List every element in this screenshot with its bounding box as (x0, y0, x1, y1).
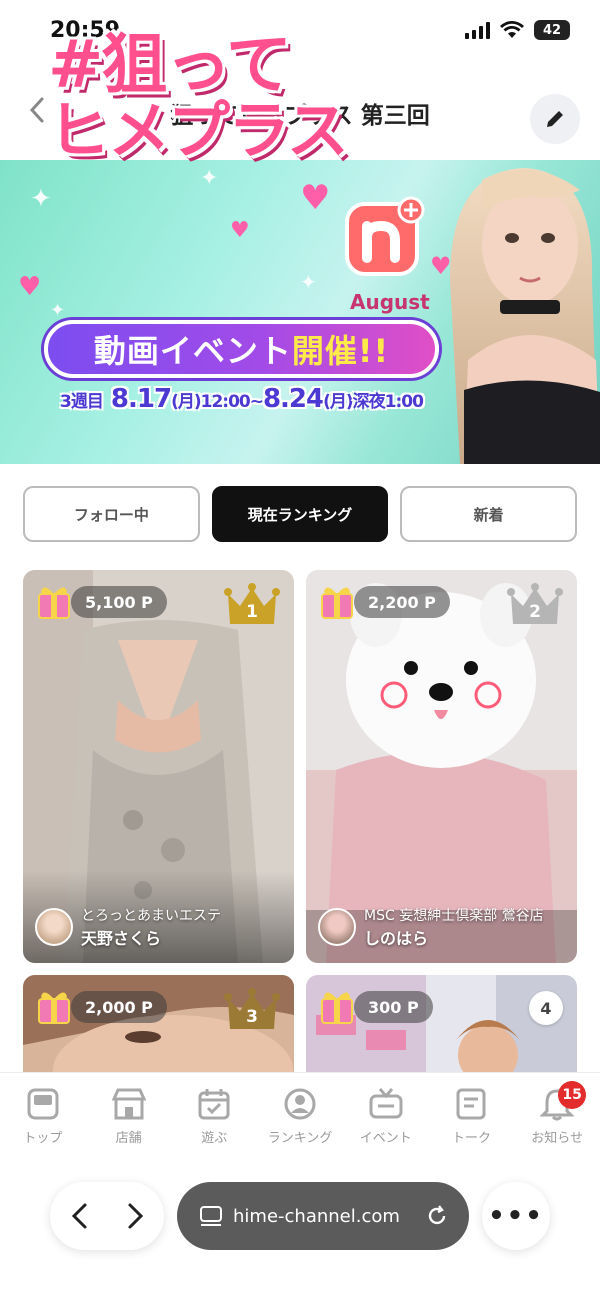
battery-icon: 42 (534, 20, 570, 40)
shop-name: とろっとあまいエステ (81, 908, 221, 924)
tab-current-ranking[interactable]: 現在ランキング (211, 486, 389, 542)
signal-icon (465, 21, 490, 39)
nav-label: 店舗 (115, 1131, 142, 1146)
ranking-card[interactable]: 300 P 4 (306, 975, 577, 1072)
tv-icon (367, 1085, 405, 1123)
heart-icon: ♥ (18, 272, 42, 302)
nav-item-top[interactable]: トップ (0, 1073, 86, 1156)
rank-number: 1 (246, 602, 258, 622)
wifi-icon (500, 21, 524, 38)
nav-label: 遊ぶ (201, 1131, 228, 1146)
more-options-button[interactable]: ••• (482, 1182, 550, 1250)
sparkle-icon: ✦ (50, 300, 66, 321)
bottom-nav: トップ 店舗 遊ぶ ランキング イベント トーク 15 お知らせ (0, 1072, 600, 1156)
banner-day-end: (月) (323, 392, 354, 412)
heart-icon: ♥ (300, 178, 331, 218)
store-icon (110, 1085, 148, 1123)
banner-time-end: 深夜1:00 (352, 392, 424, 412)
home-icon (24, 1085, 62, 1123)
banner-month: August (350, 290, 430, 314)
points-badge: 2,000 P (71, 991, 167, 1023)
tab-following[interactable]: フォロー中 (23, 486, 200, 542)
tab-overview-icon[interactable] (199, 1204, 223, 1228)
browser-back-icon[interactable] (70, 1202, 88, 1230)
points-badge: 5,100 P (71, 586, 167, 618)
gift-badge-icon (38, 587, 70, 619)
edit-button[interactable] (530, 94, 580, 144)
chat-icon (452, 1085, 490, 1123)
hime-plus-logo-icon (345, 196, 425, 276)
banner-model-photo (450, 168, 600, 464)
browser-nav-pill (50, 1182, 164, 1250)
calendar-icon (195, 1085, 233, 1123)
banner-date-end: 8.24 (262, 384, 324, 414)
sparkle-icon: ✦ (300, 270, 317, 294)
url-text: hime-channel.com (233, 1205, 400, 1227)
nav-item-notifications[interactable]: 15 お知らせ (514, 1073, 600, 1156)
nav-item-store[interactable]: 店舗 (86, 1073, 172, 1156)
nav-label: トップ (23, 1131, 63, 1146)
banner-pill-highlight: 開催!! (291, 332, 390, 370)
ranking-card[interactable]: 2,200 P 2 MSC 妄想紳士倶楽部 鶯谷店 しのはら (306, 570, 577, 963)
ranking-tabs: フォロー中 現在ランキング 新着 (23, 486, 578, 542)
rank-number: 4 (529, 991, 563, 1025)
banner-dates: 3週目 8.17(月)12:00~8.24(月)深夜1:00 (60, 384, 424, 414)
nav-label: イベント (359, 1131, 412, 1146)
heart-icon: ♥ (230, 218, 250, 243)
browser-forward-icon[interactable] (127, 1202, 145, 1230)
cast-name: しのはら (364, 929, 429, 948)
reload-icon[interactable] (425, 1204, 449, 1228)
banner-day-start: (月) (171, 392, 202, 412)
banner-week: 3週目 (60, 392, 104, 412)
browser-toolbar: hime-channel.com ••• (0, 1156, 600, 1299)
banner-time-start: 12:00~ (200, 392, 264, 412)
nav-label: トーク (451, 1131, 491, 1146)
cast-name: 天野さくら (81, 929, 162, 948)
ellipsis-icon: ••• (488, 1201, 544, 1231)
shop-name: MSC 妄想紳士倶楽部 鶯谷店 (364, 908, 544, 924)
banner-title-line2: ヒメプラス (48, 94, 349, 167)
gift-badge-icon (38, 992, 70, 1024)
ranking-card[interactable]: 2,000 P 3 (23, 975, 294, 1072)
bell-icon: 15 (538, 1081, 587, 1123)
banner-title-line1: #狙って (48, 26, 292, 103)
url-bar[interactable]: hime-channel.com (177, 1182, 469, 1250)
banner-title: #狙って ヒメプラス (48, 32, 418, 164)
cast-info: MSC 妄想紳士倶楽部 鶯谷店 しのはら (318, 905, 569, 949)
pencil-icon (547, 109, 565, 127)
nav-item-play[interactable]: 遊ぶ (171, 1073, 257, 1156)
nav-item-event[interactable]: イベント (343, 1073, 429, 1156)
sparkle-icon: ✦ (200, 166, 219, 191)
points-badge: 2,200 P (354, 586, 450, 618)
points-badge: 300 P (354, 991, 433, 1023)
banner-event-pill: 動画イベント 開催!! (44, 320, 439, 378)
status-icons: 42 (465, 20, 570, 40)
gift-badge-icon (321, 587, 353, 619)
gift-badge-icon (321, 992, 353, 1024)
ranking-icon (281, 1085, 319, 1123)
rank-number: 2 (529, 602, 541, 622)
banner-date-start: 8.17 (110, 384, 172, 414)
notification-badge: 15 (558, 1081, 587, 1109)
ranking-card[interactable]: 5,100 P 1 とろっとあまいエステ 天野さくら (23, 570, 294, 963)
nav-label: ランキング (267, 1131, 333, 1146)
cast-info: とろっとあまいエステ 天野さくら (35, 905, 286, 949)
avatar (35, 908, 73, 946)
banner-pill-text: 動画イベント (93, 332, 292, 370)
rank-number: 3 (246, 1007, 258, 1027)
nav-item-ranking[interactable]: ランキング (257, 1073, 343, 1156)
tab-new[interactable]: 新着 (400, 486, 578, 542)
sparkle-icon: ✦ (30, 184, 52, 214)
nav-item-talk[interactable]: トーク (429, 1073, 515, 1156)
avatar (318, 908, 356, 946)
nav-label: お知らせ (531, 1131, 584, 1146)
